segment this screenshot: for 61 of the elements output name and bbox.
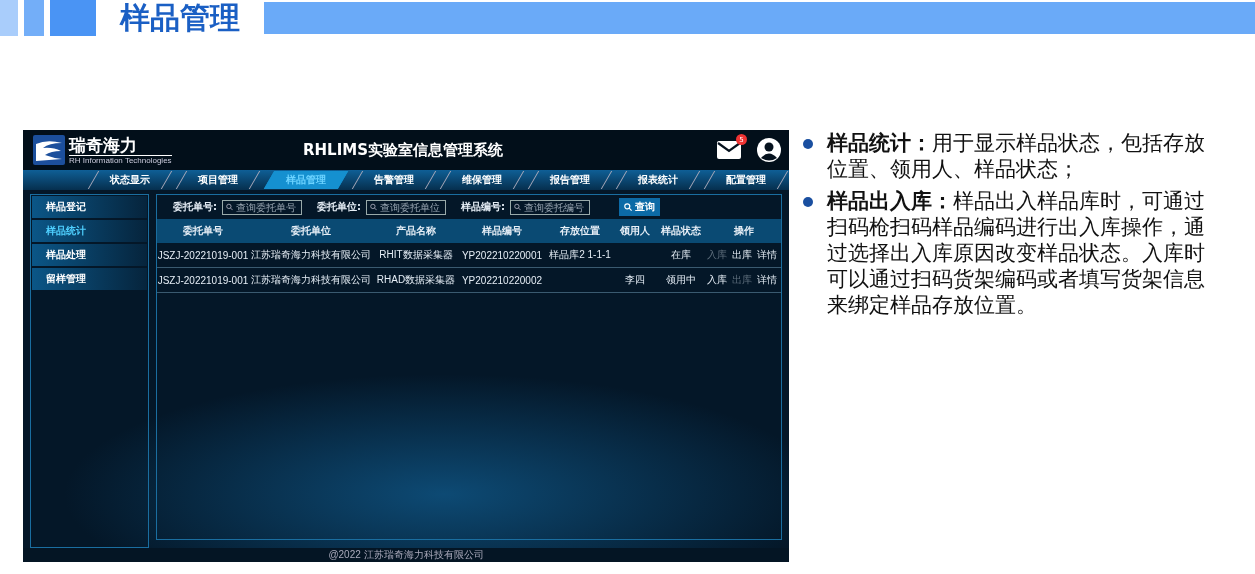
- table-cell: YP202210220002: [461, 274, 543, 286]
- search-field[interactable]: 查询委托单号: [222, 199, 302, 215]
- sidebar-item[interactable]: 样品统计: [32, 220, 147, 242]
- header-decoration: [0, 0, 18, 36]
- table-cell: 江苏瑞奇海力科技有限公司: [251, 274, 371, 285]
- slide-title: 样品管理: [120, 0, 240, 37]
- header-decoration: [24, 0, 44, 36]
- table-cell: 在库: [671, 249, 691, 260]
- search-icon: [624, 203, 632, 211]
- row-action-link[interactable]: 详情: [757, 273, 777, 287]
- row-action-link[interactable]: 出库: [732, 248, 752, 262]
- nav-tab[interactable]: 配置管理: [703, 171, 789, 189]
- table-cell: 样品库2 1-1-1: [549, 249, 611, 260]
- search-icon: [226, 203, 233, 211]
- column-header: 样品状态: [660, 224, 702, 238]
- field-label: 委托单号:: [173, 200, 217, 214]
- search-field[interactable]: 查询委托单位: [366, 199, 446, 215]
- table-cell: 领用中: [666, 274, 696, 285]
- nav-tab[interactable]: 告警管理: [351, 171, 437, 189]
- row-action-link[interactable]: 详情: [757, 248, 777, 262]
- search-button[interactable]: 查询: [619, 198, 660, 216]
- table-cell: RHIT数据采集器: [379, 249, 453, 260]
- column-header: 委托单号: [182, 224, 224, 238]
- sidebar-item[interactable]: 样品登记: [32, 196, 147, 218]
- logo-icon: [33, 135, 65, 165]
- column-header: 领用人: [619, 224, 651, 238]
- column-header: 委托单位: [290, 224, 332, 238]
- logo-name: 瑞奇海力: [69, 135, 172, 156]
- table-cell: JSZJ-20221019-001: [157, 249, 249, 261]
- bullet-dot: [803, 197, 813, 207]
- column-header: 样品编号: [481, 224, 523, 238]
- search-icon: [370, 203, 377, 211]
- copyright-text: @2022 江苏瑞奇海力科技有限公司: [328, 548, 484, 562]
- logo-subtitle: RH Information Technologies: [69, 156, 172, 165]
- mail-icon[interactable]: [717, 141, 741, 159]
- table-cell: 李四: [625, 274, 645, 285]
- table-cell: RHAD数据采集器: [376, 274, 456, 285]
- nav-tab[interactable]: 报告管理: [527, 171, 613, 189]
- row-action-link[interactable]: 入库: [707, 273, 727, 287]
- sidebar-item[interactable]: 留样管理: [32, 268, 147, 290]
- bullet-dot: [803, 139, 813, 149]
- bullet-text: 样品统计：用于显示样品状态，包括存放位置、领用人、样品状态；: [827, 130, 1206, 182]
- app-title: RHLIMS实验室信息管理系统: [303, 140, 504, 160]
- column-header: 存放位置: [559, 224, 601, 238]
- table-cell: YP202210220001: [461, 249, 543, 261]
- nav-tab[interactable]: 项目管理: [175, 171, 261, 189]
- nav-tab[interactable]: 报表统计: [615, 171, 701, 189]
- nav-tab[interactable]: 维保管理: [439, 171, 525, 189]
- table-cell: JSZJ-20221019-001: [157, 274, 249, 286]
- search-icon: [514, 203, 521, 211]
- column-header: 产品名称: [395, 224, 437, 238]
- search-field[interactable]: 查询委托编号: [510, 199, 590, 215]
- column-header: 操作: [733, 224, 755, 238]
- field-label: 委托单位:: [317, 200, 361, 214]
- table-cell: 江苏瑞奇海力科技有限公司: [251, 249, 371, 260]
- header-decoration: [50, 0, 96, 36]
- field-label: 样品编号:: [461, 200, 505, 214]
- user-icon[interactable]: [757, 138, 781, 162]
- nav-tab[interactable]: 状态显示: [87, 171, 173, 189]
- sidebar-item[interactable]: 样品处理: [32, 244, 147, 266]
- bullet-text: 样品出入库：样品出入样品库时，可通过扫码枪扫码样品编码进行出入库操作，通过选择出入库原因改变样品状态。入库时可以通过扫码货架编码或者填写货架信息来绑定样品存放位置。: [827, 188, 1206, 318]
